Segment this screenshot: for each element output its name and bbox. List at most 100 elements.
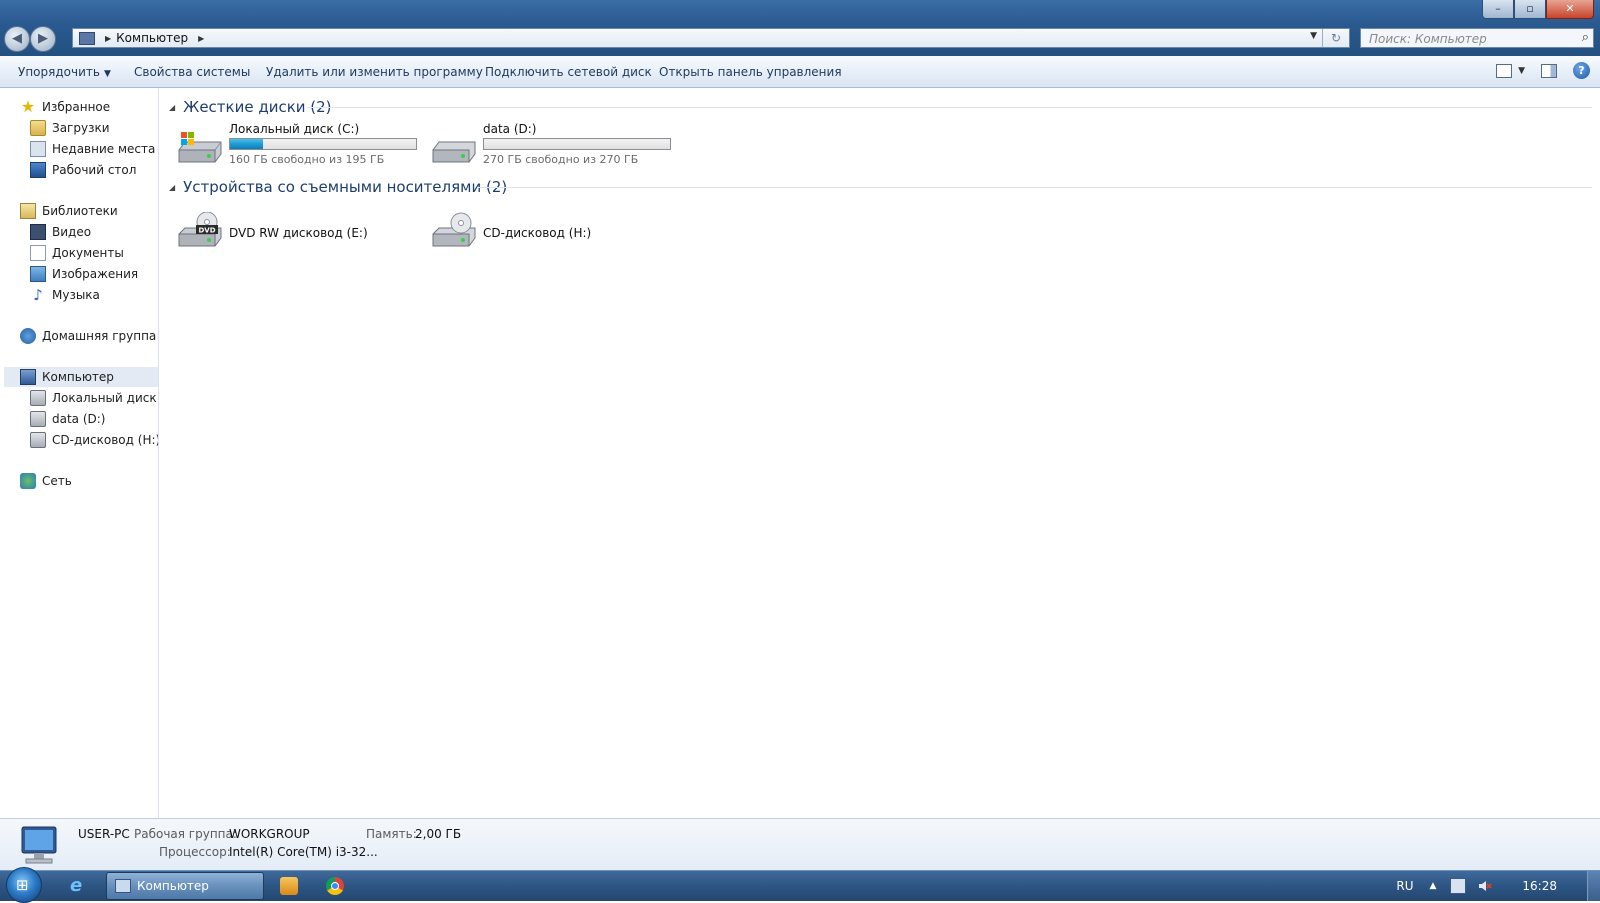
drive-c-free-space: 160 ГБ свободно из 195 ГБ	[229, 153, 385, 166]
taskbar: ⊞ e Компьютер RU ▲ 16:28	[0, 867, 1600, 903]
nav-homegroup-label: Домашняя группа	[42, 329, 157, 343]
cd-drive-icon	[431, 212, 477, 250]
search-icon[interactable]: ⌕	[1582, 30, 1589, 45]
breadcrumb-chevron-icon[interactable]: ▶	[198, 34, 204, 43]
libraries-icon	[20, 203, 36, 219]
address-history-dropdown-icon[interactable]: ▼	[1310, 31, 1317, 41]
view-options-icon[interactable]	[1496, 63, 1513, 78]
nav-drive-h[interactable]: CD-дисковод (H:)	[30, 430, 158, 450]
system-properties-button[interactable]: Свойства системы	[134, 65, 250, 79]
nav-music[interactable]: ♪ Музыка	[30, 285, 100, 305]
language-indicator[interactable]: RU	[1396, 879, 1413, 893]
preview-pane-icon[interactable]	[1541, 63, 1557, 78]
nav-desktop[interactable]: Рабочий стол	[30, 160, 136, 180]
command-bar: Упорядочить ▼ Свойства системы Удалить ил…	[0, 56, 1600, 88]
volume-muted-icon[interactable]	[1478, 879, 1492, 893]
group-divider	[307, 107, 1592, 108]
nav-drive-c[interactable]: Локальный диск (C	[30, 388, 158, 408]
refresh-icon[interactable]: ↻	[1322, 29, 1349, 47]
collapse-triangle-icon[interactable]: ◢	[169, 183, 175, 192]
drive-tile-e[interactable]: DVD DVD RW дисковод (E:)	[177, 204, 427, 256]
computer-monitor-icon	[16, 823, 64, 867]
internet-explorer-icon[interactable]: e	[70, 876, 90, 896]
taskbar-item-label: Компьютер	[137, 879, 209, 893]
nav-homegroup[interactable]: Домашняя группа	[20, 326, 156, 346]
show-hidden-icons-icon[interactable]: ▲	[1429, 881, 1436, 891]
memory-value: 2,00 ГБ	[415, 827, 462, 841]
view-controls: ▼ ?	[1496, 62, 1590, 79]
forward-button[interactable]: ▶	[30, 26, 56, 52]
nav-recent-places[interactable]: Недавние места	[30, 139, 155, 159]
taskbar-item-computer[interactable]: Компьютер	[106, 872, 264, 900]
chrome-icon[interactable]	[326, 877, 344, 895]
cpu-value: Intel(R) Core(TM) i3-32...	[229, 845, 378, 859]
organize-button[interactable]: Упорядочить ▼	[18, 65, 111, 79]
nav-libraries[interactable]: Библиотеки	[20, 201, 118, 221]
computer-icon	[20, 369, 36, 385]
breadcrumb-computer[interactable]: Компьютер	[116, 31, 188, 45]
drive-tile-c[interactable]: Локальный диск (C:) 160 ГБ свободно из 1…	[177, 122, 427, 174]
nav-documents[interactable]: Документы	[30, 243, 124, 263]
open-control-panel-button[interactable]: Открыть панель управления	[659, 65, 842, 79]
downloads-folder-icon	[30, 120, 46, 136]
start-button[interactable]: ⊞	[6, 867, 42, 903]
address-bar[interactable]: ▶ Компьютер ▶ ▼ ↻	[72, 28, 1350, 48]
organize-label: Упорядочить	[18, 65, 100, 79]
search-input[interactable]	[1367, 30, 1571, 48]
close-button[interactable]: ✕	[1546, 0, 1594, 19]
hard-drive-icon	[431, 130, 477, 168]
nav-computer[interactable]: Компьютер	[4, 367, 158, 387]
uninstall-program-button[interactable]: Удалить или изменить программу	[266, 65, 483, 79]
computer-icon	[115, 879, 131, 893]
drive-tile-d[interactable]: data (D:) 270 ГБ свободно из 270 ГБ	[431, 122, 681, 174]
drive-d-free-space: 270 ГБ свободно из 270 ГБ	[483, 153, 639, 166]
collapse-triangle-icon[interactable]: ◢	[169, 103, 175, 112]
nav-downloads-label: Загрузки	[52, 121, 110, 135]
nav-downloads[interactable]: Загрузки	[30, 118, 110, 138]
view-dropdown-icon[interactable]: ▼	[1518, 66, 1525, 76]
nav-drive-c-label: Локальный диск (C	[52, 391, 158, 405]
minimize-button[interactable]: –	[1482, 0, 1514, 19]
windows-logo-icon: ⊞	[16, 876, 29, 894]
media-player-icon[interactable]	[280, 877, 298, 895]
nav-network-label: Сеть	[42, 474, 72, 488]
nav-drive-d-label: data (D:)	[52, 412, 106, 426]
nav-video-label: Видео	[52, 225, 92, 239]
computer-name: USER-PC	[78, 827, 130, 841]
drive-tile-h[interactable]: CD-дисковод (H:)	[431, 204, 681, 256]
documents-library-icon	[30, 245, 46, 261]
nav-pictures[interactable]: Изображения	[30, 264, 138, 284]
dvd-badge: DVD	[198, 227, 215, 235]
nav-video[interactable]: Видео	[30, 222, 91, 242]
breadcrumb-separator-icon[interactable]: ▶	[105, 34, 111, 43]
nav-libraries-label: Библиотеки	[42, 204, 118, 218]
nav-favorites[interactable]: ★ Избранное	[20, 97, 110, 117]
action-center-flag-icon[interactable]	[1450, 878, 1467, 894]
search-box[interactable]: ⌕	[1360, 28, 1594, 48]
details-pane: USER-PC Рабочая группа: WORKGROUP Память…	[0, 818, 1600, 870]
nav-music-label: Музыка	[52, 288, 100, 302]
clock[interactable]: 16:28	[1522, 879, 1557, 893]
nav-pictures-label: Изображения	[52, 267, 139, 281]
drive-c-name: Локальный диск (C:)	[229, 122, 360, 136]
windows-drive-icon	[177, 130, 223, 168]
nav-network[interactable]: Сеть	[20, 471, 72, 491]
map-network-drive-button[interactable]: Подключить сетевой диск	[485, 65, 652, 79]
navigation-pane: ★ Избранное Загрузки Недавние места Рабоч…	[0, 88, 159, 818]
workgroup-label: Рабочая группа:	[134, 827, 237, 841]
nav-drive-d[interactable]: data (D:)	[30, 409, 106, 429]
arrow-right-icon: ▶	[38, 31, 48, 46]
nav-recent-label: Недавние места	[52, 142, 156, 156]
hard-drive-icon	[30, 411, 46, 427]
window-controls: – ▫ ✕	[1482, 0, 1594, 19]
nav-desktop-label: Рабочий стол	[52, 163, 137, 177]
show-desktop-button[interactable]	[1587, 871, 1600, 901]
help-icon[interactable]: ?	[1573, 62, 1590, 79]
nav-documents-label: Документы	[52, 246, 124, 260]
recent-places-icon	[30, 141, 46, 157]
drive-e-name: DVD RW дисковод (E:)	[229, 226, 368, 240]
workgroup-value: WORKGROUP	[229, 827, 310, 841]
group-removable[interactable]: ◢ Устройства со съемными носителями (2)	[169, 177, 507, 197]
back-button[interactable]: ◀	[4, 26, 30, 52]
maximize-button[interactable]: ▫	[1514, 0, 1546, 19]
